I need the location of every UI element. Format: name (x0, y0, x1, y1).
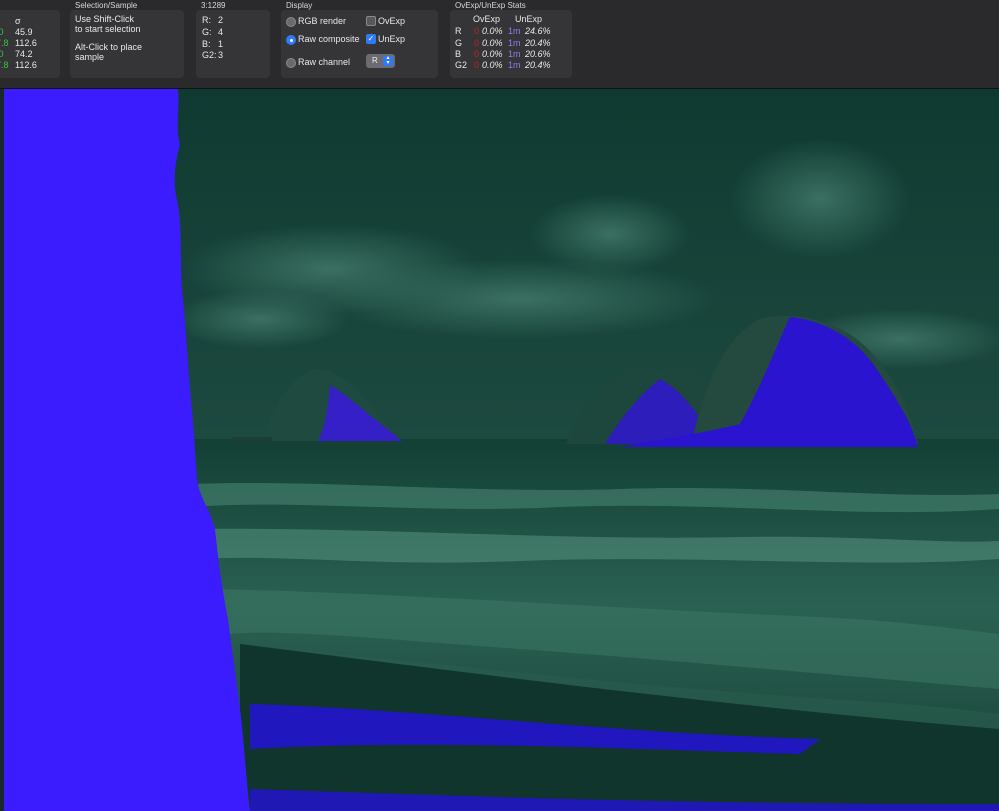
exp-row-ch-g2: G2 (455, 60, 468, 70)
stats-panel: σ .0 45.9 7.8 112.6 .0 74.2 7.8 112.6 (0, 10, 60, 78)
image-viewer[interactable] (0, 89, 999, 811)
ratio-label-b: B: (202, 39, 211, 49)
stats-sigma-g: 112.6 (15, 38, 37, 48)
ovexp-checkbox[interactable] (366, 16, 376, 26)
display-title: Display (286, 1, 313, 10)
exp-row-ch-b: B (455, 49, 462, 59)
exp-row-ch-g: G (455, 38, 463, 48)
exp-stats-title: OvExp/UnExp Stats (455, 1, 526, 10)
ratio-value-g2: 3 (218, 50, 224, 60)
unexp-label[interactable]: UnExp (378, 34, 405, 44)
raw-channel-select[interactable]: R ▴ ▾ (366, 54, 395, 68)
ratio-panel: R: 2 G: 4 B: 1 G2: 3 (196, 10, 270, 78)
exp-row-unpct-g2: 20.4% (525, 60, 551, 70)
exp-row-uncount-b: 1m (508, 49, 521, 59)
selection-hint-2: to start selection (75, 24, 141, 34)
ratio-value-r: 2 (218, 15, 224, 25)
stats-mean-r: .0 (0, 27, 4, 37)
sigma-header: σ (15, 16, 21, 26)
exp-row-ch-r: R (455, 26, 462, 36)
exp-row-unpct-g: 20.4% (525, 38, 551, 48)
toolbar: σ .0 45.9 7.8 112.6 .0 74.2 7.8 112.6 Se… (0, 0, 999, 89)
ovexp-label[interactable]: OvExp (378, 16, 405, 26)
unexp-checkbox[interactable]: ✓ (366, 34, 376, 44)
exp-stats-panel: OvExp UnExp R 0 0.0% 1m 24.6% G 0 0.0% 1… (450, 10, 572, 78)
exp-row-uncount-r: 1m (508, 26, 521, 36)
exp-row-ovcount-g2: 0 (474, 60, 480, 70)
selection-title: Selection/Sample (75, 1, 138, 10)
ratio-label-g: G: (202, 27, 212, 37)
stats-mean-g: 7.8 (0, 38, 9, 48)
raw-composite-radio[interactable] (286, 35, 296, 45)
stats-sigma-r: 45.9 (15, 27, 33, 37)
raw-composite-image (0, 89, 999, 811)
exp-row-ovcount-r: 0 (474, 26, 480, 36)
raw-composite-label[interactable]: Raw composite (298, 34, 360, 44)
stats-sigma-b: 74.2 (15, 49, 33, 59)
ratio-label-g2: G2: (202, 50, 217, 60)
exp-row-unpct-b: 20.6% (525, 49, 551, 59)
exp-row-unpct-r: 24.6% (525, 26, 551, 36)
ratio-label-r: R: (202, 15, 211, 25)
exp-row-ovpct-g2: 0.0% (482, 60, 503, 70)
stats-mean-b: .0 (0, 49, 4, 59)
exp-row-ovpct-r: 0.0% (482, 26, 503, 36)
display-panel: RGB render Raw composite Raw channel OvE… (281, 10, 438, 78)
stats-sigma-g2: 112.6 (15, 60, 37, 70)
ratio-title: 3:1289 (201, 1, 226, 10)
selection-hint-1: Use Shift-Click (75, 14, 135, 24)
stats-mean-g2: 7.8 (0, 60, 9, 70)
rgb-render-label[interactable]: RGB render (298, 16, 346, 26)
sample-hint-1: Alt-Click to place (75, 42, 143, 52)
exp-row-ovcount-b: 0 (474, 49, 480, 59)
rgb-render-radio[interactable] (286, 17, 296, 27)
raw-channel-value: R (372, 56, 378, 65)
sample-hint-2: sample (75, 52, 105, 62)
raw-channel-label[interactable]: Raw channel (298, 57, 350, 67)
raw-channel-radio[interactable] (286, 58, 296, 68)
ratio-value-b: 1 (218, 39, 224, 49)
chevron-updown-icon: ▴ ▾ (383, 55, 393, 66)
ovexp-col-header: OvExp (473, 14, 501, 24)
selection-panel: Use Shift-Click to start selection Alt-C… (70, 10, 184, 78)
exp-row-uncount-g: 1m (508, 38, 521, 48)
ratio-value-g: 4 (218, 27, 224, 37)
exp-row-ovpct-g: 0.0% (482, 38, 503, 48)
exp-row-ovcount-g: 0 (474, 38, 480, 48)
unexp-col-header: UnExp (515, 14, 543, 24)
exp-row-uncount-g2: 1m (508, 60, 521, 70)
exp-row-ovpct-b: 0.0% (482, 49, 503, 59)
